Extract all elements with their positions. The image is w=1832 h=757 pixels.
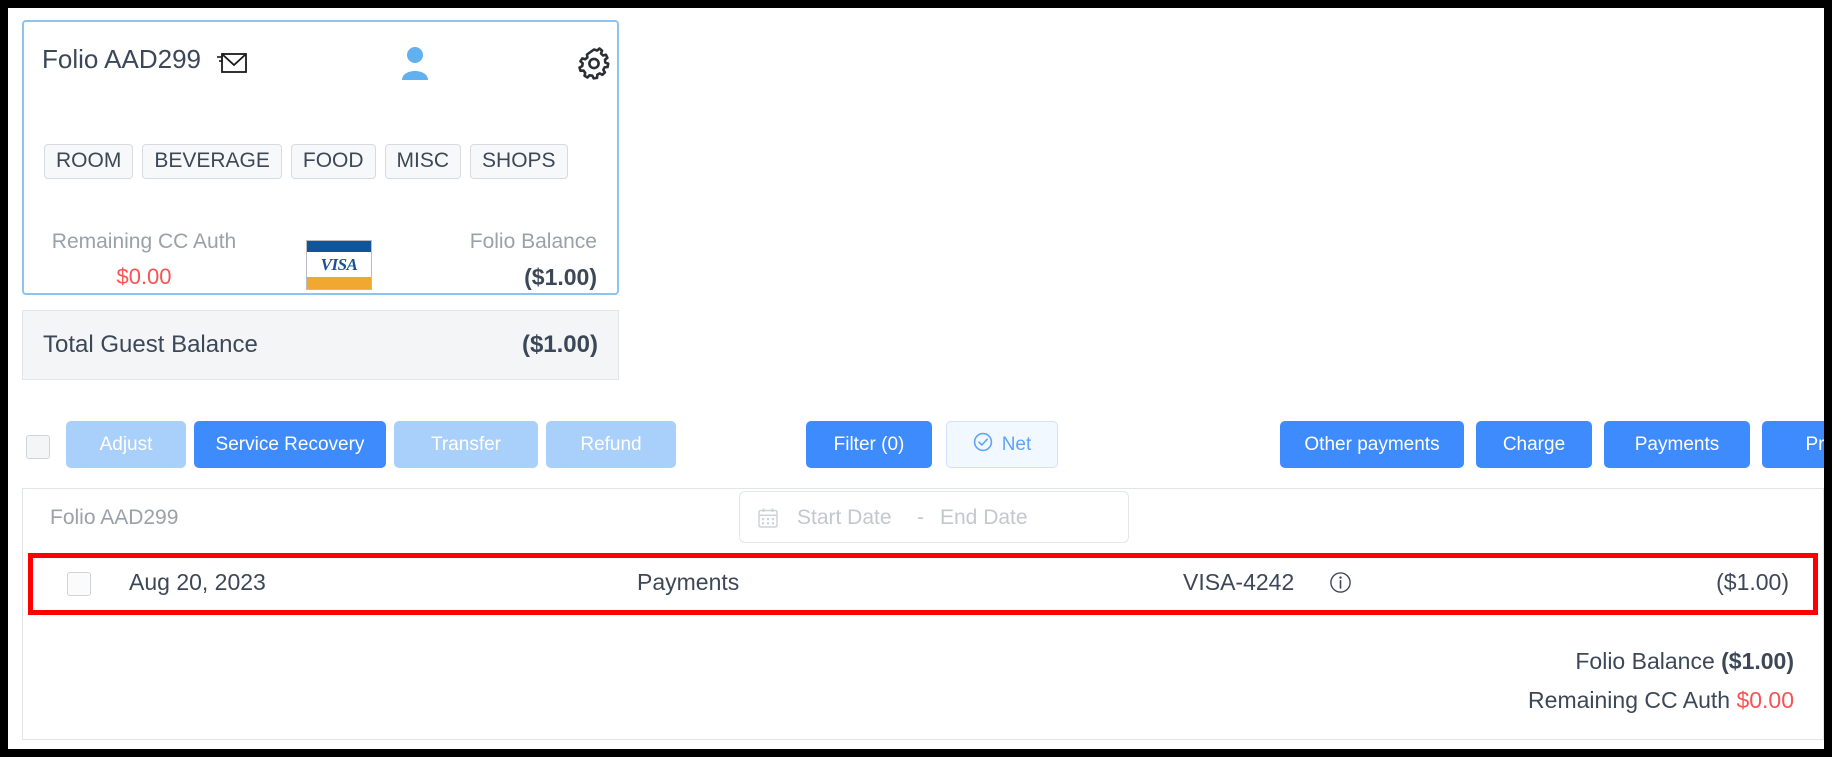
transaction-card: VISA-4242 bbox=[1183, 569, 1295, 595]
select-all-checkbox[interactable] bbox=[26, 435, 50, 459]
folio-balance-value: ($1.00) bbox=[524, 264, 597, 290]
print-button[interactable]: Print bbox=[1762, 421, 1824, 468]
visa-stripe-top bbox=[307, 241, 371, 252]
start-date-input[interactable]: Start Date bbox=[797, 506, 892, 530]
filter-button[interactable]: Filter (0) bbox=[806, 421, 932, 468]
footer-totals: Folio Balance ($1.00) Remaining CC Auth … bbox=[1528, 648, 1794, 726]
date-range-separator: - bbox=[917, 506, 924, 529]
date-range-picker[interactable]: Start Date - End Date bbox=[739, 491, 1129, 543]
app-screen: Folio AAD299 ROOM BEVERAGE FOOD MISC SHO… bbox=[8, 8, 1824, 749]
person-icon[interactable] bbox=[400, 46, 430, 80]
chip-shops[interactable]: SHOPS bbox=[470, 144, 568, 179]
table-row[interactable]: Aug 20, 2023 Payments VISA-4242 ($1.00) bbox=[33, 558, 1813, 610]
net-toggle-label: Net bbox=[1001, 433, 1032, 455]
total-guest-balance-value: ($1.00) bbox=[521, 331, 598, 358]
visa-wordmark-area: VISA bbox=[307, 252, 371, 277]
calendar-icon bbox=[757, 507, 779, 529]
envelope-icon[interactable] bbox=[217, 52, 247, 74]
folio-toolbar: Adjust Service Recovery Transfer Refund … bbox=[8, 416, 1824, 478]
info-icon[interactable] bbox=[1329, 571, 1352, 594]
chip-misc[interactable]: MISC bbox=[384, 144, 462, 179]
chip-room[interactable]: ROOM bbox=[44, 144, 134, 179]
remaining-cc-auth-value: $0.00 bbox=[116, 264, 172, 289]
folio-title: Folio AAD299 bbox=[42, 44, 201, 74]
net-toggle-button[interactable]: Net bbox=[946, 421, 1058, 468]
refund-button[interactable]: Refund bbox=[546, 421, 676, 468]
footer-folio-balance-label: Folio Balance bbox=[1575, 648, 1715, 674]
footer-remaining-cc-auth-value: $0.00 bbox=[1736, 687, 1794, 713]
folio-list-header: Folio AAD299 Start Date - End Date bbox=[23, 489, 1823, 547]
footer-folio-balance: Folio Balance ($1.00) bbox=[1528, 648, 1794, 675]
footer-folio-balance-value: ($1.00) bbox=[1721, 648, 1794, 674]
folio-card-header: Folio AAD299 bbox=[24, 22, 617, 88]
visa-stripe-bottom bbox=[307, 277, 371, 289]
payments-button[interactable]: Payments bbox=[1604, 421, 1750, 468]
folio-balance-label: Folio Balance bbox=[469, 230, 597, 253]
folio-list-name: Folio AAD299 bbox=[50, 506, 179, 529]
folio-category-chips: ROOM BEVERAGE FOOD MISC SHOPS bbox=[44, 144, 568, 179]
remaining-cc-auth-label: Remaining CC Auth bbox=[51, 230, 237, 253]
visa-wordmark: VISA bbox=[320, 254, 358, 274]
transaction-amount: ($1.00) bbox=[1716, 569, 1789, 595]
transaction-type: Payments bbox=[637, 569, 740, 595]
folio-balance-block: Folio Balance ($1.00) bbox=[470, 230, 597, 291]
chip-beverage[interactable]: BEVERAGE bbox=[142, 144, 282, 179]
charge-button[interactable]: Charge bbox=[1476, 421, 1592, 468]
footer-remaining-cc-auth: Remaining CC Auth $0.00 bbox=[1528, 687, 1794, 714]
total-guest-balance-bar: Total Guest Balance ($1.00) bbox=[22, 310, 619, 380]
remaining-cc-auth-block: Remaining CC Auth $0.00 bbox=[46, 230, 242, 290]
service-recovery-button[interactable]: Service Recovery bbox=[194, 421, 386, 468]
adjust-button[interactable]: Adjust bbox=[66, 421, 186, 468]
folio-summary-card: Folio AAD299 ROOM BEVERAGE FOOD MISC SHO… bbox=[22, 20, 619, 295]
transaction-date: Aug 20, 2023 bbox=[129, 569, 266, 595]
chip-food[interactable]: FOOD bbox=[290, 144, 376, 179]
total-guest-balance-label: Total Guest Balance bbox=[43, 331, 258, 358]
end-date-input[interactable]: End Date bbox=[940, 506, 1028, 530]
gear-icon[interactable] bbox=[577, 46, 611, 80]
visa-card-icon: VISA bbox=[306, 240, 372, 290]
footer-remaining-cc-auth-label: Remaining CC Auth bbox=[1528, 687, 1731, 713]
transfer-button[interactable]: Transfer bbox=[394, 421, 538, 468]
check-circle-icon bbox=[973, 432, 993, 458]
row-select-checkbox[interactable] bbox=[67, 572, 91, 596]
other-payments-button[interactable]: Other payments bbox=[1280, 421, 1464, 468]
